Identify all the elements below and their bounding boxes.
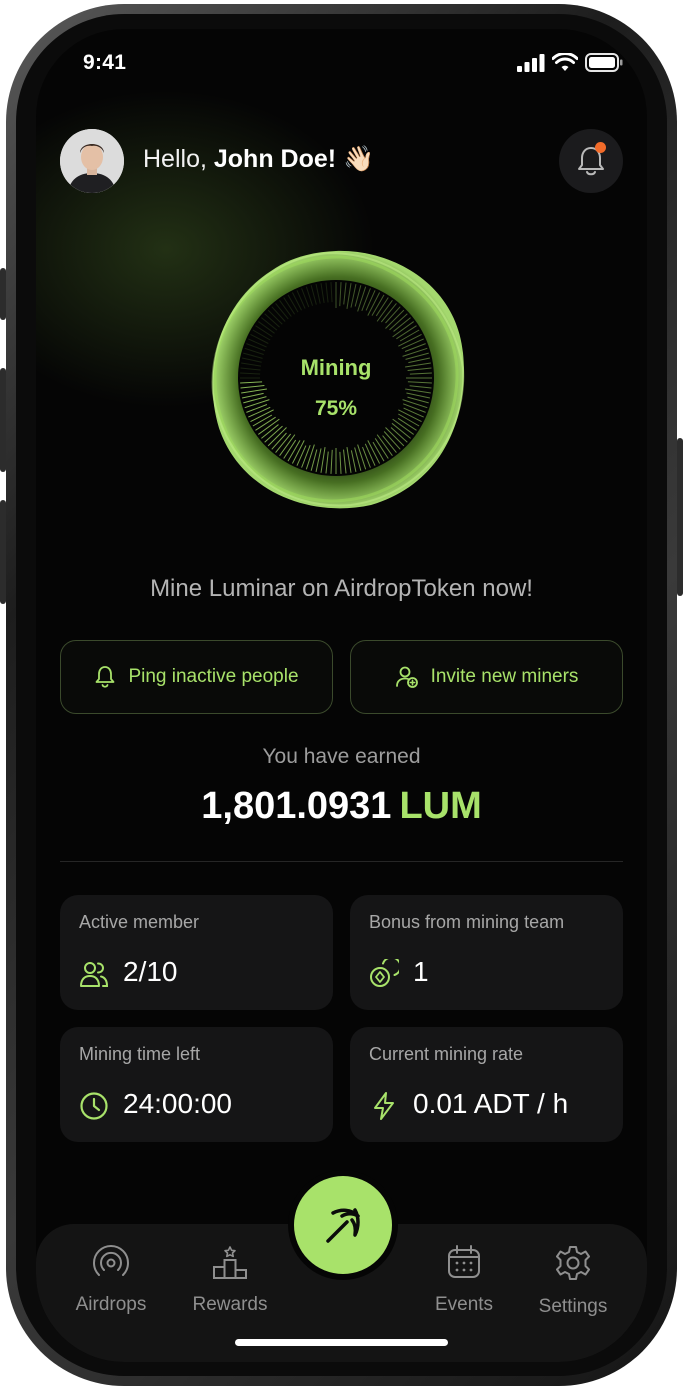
mining-progress-orb[interactable]: Mining 75% [201, 243, 471, 513]
power-button [677, 438, 683, 596]
earned-unit: LUM [399, 785, 482, 827]
cellular-signal-icon [517, 53, 545, 72]
status-time: 9:41 [83, 51, 127, 74]
clock-icon [80, 1092, 108, 1120]
greeting: Hello, John Doe! 👋🏻 [143, 145, 374, 174]
notifications-button[interactable] [559, 129, 623, 193]
tab-label: Rewards [192, 1294, 268, 1315]
wave-emoji: 👋🏻 [343, 145, 375, 173]
earned-amount: 1,801.0931 [201, 785, 392, 827]
ping-inactive-button[interactable]: Ping inactive people [60, 640, 333, 714]
tagline: Mine Luminar on AirdropToken now! [150, 575, 533, 602]
status-icons [517, 53, 623, 72]
tab-settings[interactable]: Settings [523, 1244, 623, 1318]
avatar-image [60, 129, 124, 193]
home-indicator [235, 1339, 448, 1346]
coins-icon [370, 959, 399, 987]
tab-label: Settings [538, 1296, 608, 1317]
users-icon [80, 962, 109, 987]
stat-card-active-member: Active member 2/10 [60, 895, 333, 1010]
earned-label: You have earned [262, 745, 421, 768]
lightning-icon [374, 1092, 394, 1120]
invite-miners-label: Invite new miners [430, 666, 579, 687]
avatar[interactable] [60, 129, 124, 193]
tab-rewards[interactable]: Rewards [180, 1244, 280, 1316]
app-screen: 9:41 Hello, John Doe! 👋🏻 Mining 75% Mine… [36, 29, 647, 1362]
stat-card-mining-rate: Current mining rate 0.01 ADT / h [350, 1027, 623, 1142]
unread-dot [595, 142, 606, 153]
stat-label: Mining time left [79, 1044, 201, 1064]
airdrop-icon [93, 1244, 129, 1276]
ping-inactive-label: Ping inactive people [128, 666, 299, 687]
pickaxe-icon [326, 1208, 360, 1243]
volume-up-button [0, 368, 6, 472]
volume-down-button [0, 500, 6, 604]
divider [60, 861, 623, 862]
calendar-icon [448, 1245, 480, 1278]
greeting-prefix: Hello, [143, 145, 214, 173]
header: Hello, John Doe! 👋🏻 [60, 129, 623, 193]
stat-value: 24:00:00 [123, 1088, 232, 1119]
stat-value: 2/10 [123, 956, 178, 987]
tab-events[interactable]: Events [414, 1244, 514, 1316]
podium-icon [213, 1246, 247, 1279]
user-name: John Doe! [213, 145, 337, 173]
stat-label: Current mining rate [369, 1044, 524, 1064]
bell-icon [96, 666, 115, 688]
stat-card-time-left: Mining time left 24:00:00 [60, 1027, 333, 1142]
gear-icon [556, 1246, 590, 1280]
battery-icon [585, 53, 623, 72]
stat-value: 1 [413, 956, 429, 987]
stat-label: Active member [79, 912, 200, 932]
tab-label: Events [434, 1294, 494, 1315]
status-bar: 9:41 [36, 47, 647, 77]
earned-value: 1,801.0931 LUM [36, 785, 647, 828]
silent-switch [0, 268, 6, 320]
user-add-icon [395, 666, 418, 688]
mining-percent: 75% [314, 397, 358, 420]
start-mining-button[interactable] [294, 1176, 392, 1274]
tab-airdrops[interactable]: Airdrops [61, 1244, 161, 1316]
stat-card-bonus: Bonus from mining team 1 [350, 895, 623, 1010]
invite-miners-button[interactable]: Invite new miners [350, 640, 623, 714]
stat-value: 0.01 ADT / h [413, 1088, 569, 1119]
wifi-icon [552, 53, 578, 71]
tab-label: Airdrops [75, 1294, 147, 1315]
mining-label: Mining [300, 355, 372, 380]
stat-label: Bonus from mining team [369, 912, 565, 932]
